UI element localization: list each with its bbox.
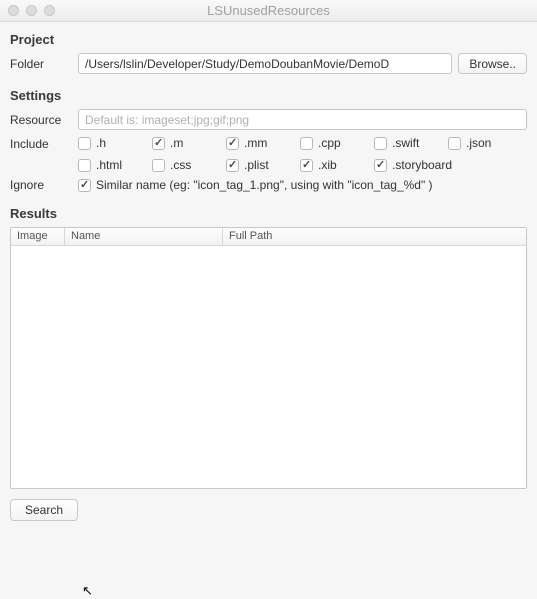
resource-label: Resource xyxy=(10,113,78,127)
include-checkbox-storyboard[interactable] xyxy=(374,159,387,172)
column-header-full-path[interactable]: Full Path xyxy=(223,228,526,245)
include-grid: .h .m .mm .cpp .swift .json .html .css .plist .xi… xyxy=(78,136,527,172)
include-item-cpp[interactable]: .cpp xyxy=(300,136,374,150)
ignore-text: Similar name (eg: "icon_tag_1.png", usin… xyxy=(96,178,433,192)
column-header-name[interactable]: Name xyxy=(65,228,223,245)
include-checkbox-html[interactable] xyxy=(78,159,91,172)
column-header-image[interactable]: Image xyxy=(11,228,65,245)
include-checkbox-swift[interactable] xyxy=(374,137,387,150)
close-icon[interactable] xyxy=(8,5,19,16)
include-checkbox-json[interactable] xyxy=(448,137,461,150)
folder-input[interactable] xyxy=(78,53,452,74)
include-item-mm[interactable]: .mm xyxy=(226,136,300,150)
include-item-m[interactable]: .m xyxy=(152,136,226,150)
resource-input[interactable] xyxy=(78,109,527,130)
include-checkbox-css[interactable] xyxy=(152,159,165,172)
folder-label: Folder xyxy=(10,57,78,71)
section-results-heading: Results xyxy=(10,206,527,221)
include-checkbox-label: .json xyxy=(466,136,491,150)
include-checkbox-h[interactable] xyxy=(78,137,91,150)
include-item-html[interactable]: .html xyxy=(78,158,152,172)
include-item-css[interactable]: .css xyxy=(152,158,226,172)
include-checkbox-plist[interactable] xyxy=(226,159,239,172)
include-item-storyboard[interactable]: .storyboard xyxy=(374,158,452,172)
include-checkbox-label: .h xyxy=(96,136,106,150)
include-checkbox-m[interactable] xyxy=(152,137,165,150)
browse-button[interactable]: Browse.. xyxy=(458,53,527,74)
include-item-xib[interactable]: .xib xyxy=(300,158,374,172)
include-checkbox-label: .swift xyxy=(392,136,419,150)
section-project-heading: Project xyxy=(10,32,527,47)
include-checkbox-xib[interactable] xyxy=(300,159,313,172)
section-settings-heading: Settings xyxy=(10,88,527,103)
minimize-icon[interactable] xyxy=(26,5,37,16)
titlebar: LSUnusedResources xyxy=(0,0,537,22)
ignore-checkbox[interactable] xyxy=(78,179,91,192)
traffic-lights xyxy=(0,5,55,16)
include-checkbox-label: .plist xyxy=(244,158,269,172)
include-checkbox-mm[interactable] xyxy=(226,137,239,150)
results-body xyxy=(11,246,526,488)
window-title: LSUnusedResources xyxy=(0,3,537,18)
include-checkbox-label: .m xyxy=(170,136,183,150)
include-checkbox-cpp[interactable] xyxy=(300,137,313,150)
include-label: Include xyxy=(10,136,78,151)
include-checkbox-label: .storyboard xyxy=(392,158,452,172)
cursor-icon: ↖ xyxy=(82,583,93,599)
ignore-label: Ignore xyxy=(10,178,78,192)
include-checkbox-label: .mm xyxy=(244,136,267,150)
include-checkbox-label: .xib xyxy=(318,158,337,172)
include-item-swift[interactable]: .swift xyxy=(374,136,448,150)
include-item-json[interactable]: .json xyxy=(448,136,522,150)
include-item-h[interactable]: .h xyxy=(78,136,152,150)
ignore-checkbox-item[interactable]: Similar name (eg: "icon_tag_1.png", usin… xyxy=(78,178,433,192)
results-header: Image Name Full Path xyxy=(11,228,526,246)
include-item-plist[interactable]: .plist xyxy=(226,158,300,172)
results-table: Image Name Full Path xyxy=(10,227,527,489)
search-button[interactable]: Search xyxy=(10,499,78,521)
include-checkbox-label: .html xyxy=(96,158,122,172)
include-checkbox-label: .cpp xyxy=(318,136,341,150)
include-checkbox-label: .css xyxy=(170,158,191,172)
footer: Search xyxy=(10,499,527,521)
zoom-icon[interactable] xyxy=(44,5,55,16)
